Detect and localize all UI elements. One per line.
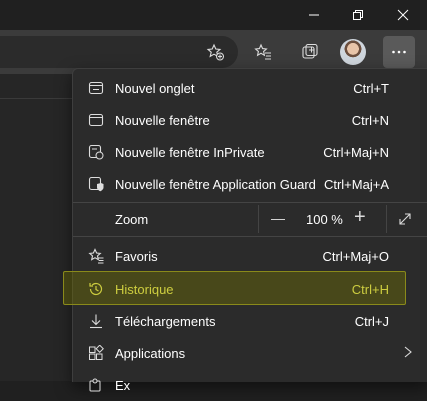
menu-item-downloads[interactable]: Téléchargements Ctrl+J bbox=[73, 305, 427, 337]
add-favorite-button[interactable] bbox=[199, 36, 231, 68]
menu-item-label: Ex bbox=[115, 377, 131, 393]
inprivate-icon bbox=[87, 143, 105, 161]
collections-button[interactable] bbox=[294, 36, 326, 68]
menu-item-application-guard[interactable]: Nouvelle fenêtre Application Guard Ctrl+… bbox=[73, 168, 427, 200]
minimize-button[interactable] bbox=[297, 0, 331, 30]
menu-item-applications[interactable]: Applications bbox=[73, 337, 427, 369]
profile-avatar[interactable] bbox=[340, 39, 366, 65]
restore-icon bbox=[353, 10, 363, 20]
menu-item-new-tab[interactable]: Nouvel onglet Ctrl+T bbox=[73, 72, 427, 104]
menu-item-new-window[interactable]: Nouvelle fenêtre Ctrl+N bbox=[73, 104, 427, 136]
menu-item-label: Nouvelle fenêtre InPrivate bbox=[115, 144, 265, 160]
fullscreen-button[interactable] bbox=[397, 211, 413, 230]
fullscreen-icon bbox=[399, 213, 411, 225]
settings-menu: Nouvel onglet Ctrl+T Nouvelle fenêtre Ct… bbox=[72, 68, 427, 393]
menu-item-shortcut: Ctrl+Maj+A bbox=[323, 176, 389, 192]
menu-item-shortcut: Ctrl+Maj+N bbox=[323, 144, 389, 160]
favorites-star-icon bbox=[87, 247, 105, 265]
menu-item-partial[interactable]: Ex bbox=[73, 369, 427, 401]
menu-item-shortcut: Ctrl+Maj+O bbox=[322, 248, 389, 264]
menu-item-label: Téléchargements bbox=[115, 313, 216, 329]
new-tab-icon bbox=[87, 79, 105, 97]
menu-item-shortcut: Ctrl+T bbox=[353, 80, 389, 96]
minimize-icon bbox=[309, 14, 319, 16]
menu-item-shortcut: Ctrl+N bbox=[351, 112, 389, 128]
menu-item-label: Nouvelle fenêtre Application Guard bbox=[115, 176, 316, 192]
favorites-icon bbox=[254, 43, 271, 60]
extensions-icon bbox=[87, 376, 105, 394]
highlight-box bbox=[63, 271, 406, 305]
collections-icon bbox=[302, 43, 318, 59]
download-icon bbox=[87, 312, 105, 330]
add-favorite-icon bbox=[206, 43, 224, 61]
apps-icon bbox=[87, 344, 105, 362]
more-button[interactable] bbox=[383, 36, 415, 68]
zoom-label: Zoom bbox=[115, 212, 149, 227]
application-guard-icon bbox=[87, 175, 105, 193]
zoom-divider bbox=[386, 205, 387, 233]
restore-button[interactable] bbox=[341, 0, 375, 30]
zoom-in-button[interactable]: + bbox=[354, 206, 366, 229]
title-bar bbox=[0, 0, 427, 30]
page-content bbox=[0, 99, 80, 381]
menu-item-new-inprivate[interactable]: Nouvelle fenêtre InPrivate Ctrl+Maj+N bbox=[73, 136, 427, 168]
menu-item-shortcut: Ctrl+J bbox=[354, 313, 389, 329]
menu-separator bbox=[73, 236, 427, 237]
more-icon bbox=[392, 50, 406, 54]
new-window-icon bbox=[87, 111, 105, 129]
close-button[interactable] bbox=[386, 0, 420, 30]
zoom-row: Zoom — 100 % + bbox=[73, 203, 427, 235]
close-icon bbox=[397, 9, 409, 21]
menu-item-favorites[interactable]: Favoris Ctrl+Maj+O bbox=[73, 240, 427, 272]
zoom-divider bbox=[258, 205, 259, 233]
menu-item-label: Nouvelle fenêtre bbox=[115, 112, 210, 128]
zoom-value: 100 % bbox=[306, 212, 343, 227]
menu-item-label: Applications bbox=[115, 345, 186, 361]
menu-item-label: Nouvel onglet bbox=[115, 80, 195, 96]
page-header-strip bbox=[0, 74, 80, 99]
menu-item-label: Favoris bbox=[115, 248, 158, 264]
zoom-out-button[interactable]: — bbox=[271, 210, 285, 226]
chevron-right-icon bbox=[403, 346, 413, 361]
favorites-button[interactable] bbox=[247, 36, 279, 68]
